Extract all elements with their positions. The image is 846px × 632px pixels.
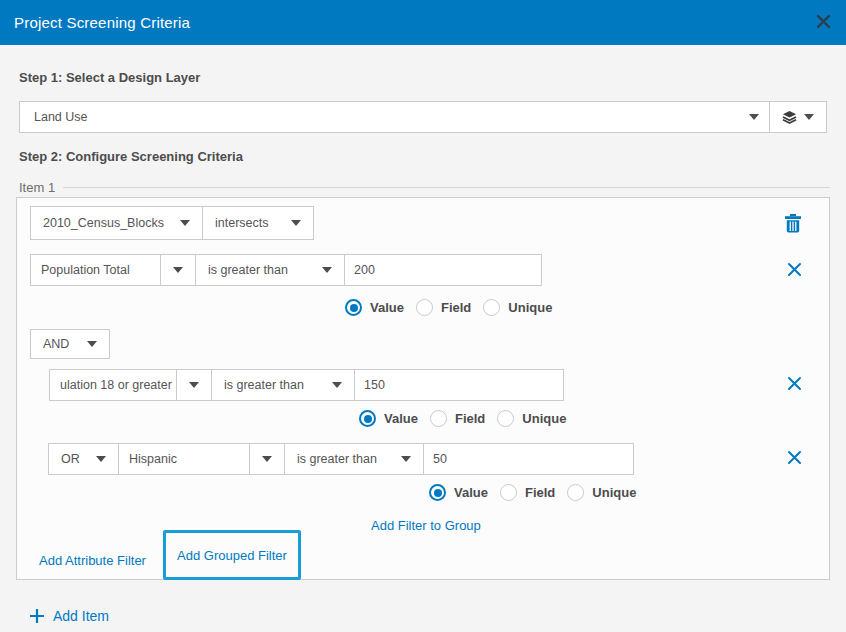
add-item-label: Add Item <box>53 608 109 624</box>
spatial-operator-value: intersects <box>215 216 269 230</box>
chevron-down-icon <box>87 341 97 347</box>
operator-select[interactable]: is greater than <box>211 369 355 401</box>
group-operator-select[interactable]: AND <box>30 329 110 359</box>
design-layer-select[interactable]: Land Use <box>19 101 827 133</box>
radio-field[interactable] <box>500 484 517 501</box>
logic-operator-select[interactable]: OR <box>48 443 119 475</box>
add-attribute-filter-link[interactable]: Add Attribute Filter <box>39 553 146 568</box>
step1-heading: Step 1: Select a Design Layer <box>19 70 200 85</box>
spatial-operator-select[interactable]: intersects <box>202 206 314 240</box>
radio-unique[interactable] <box>497 410 514 427</box>
radio-field[interactable] <box>416 299 433 316</box>
trash-icon <box>785 214 801 233</box>
value-type-radios: Value Field Unique <box>345 299 552 316</box>
radio-value[interactable] <box>359 410 376 427</box>
layers-icon <box>782 110 797 125</box>
value-input[interactable] <box>354 369 564 401</box>
item-label: Item 1 <box>19 180 55 195</box>
radio-field-label: Field <box>455 411 485 426</box>
logic-operator-value: OR <box>61 452 80 466</box>
value-type-radios: Value Field Unique <box>429 484 636 501</box>
radio-field[interactable] <box>430 410 447 427</box>
chevron-down-icon <box>161 255 195 285</box>
design-layer-value: Land Use <box>34 110 88 124</box>
field-value: Population Total <box>31 255 160 285</box>
focus-outline: Add Grouped Filter <box>163 530 301 580</box>
chevron-down-icon <box>180 220 190 226</box>
radio-value-label: Value <box>454 485 488 500</box>
radio-value[interactable] <box>345 299 362 316</box>
grouped-filter-row: ulation 18 or greater is greater than <box>49 369 564 401</box>
spatial-filter-row: 2010_Census_Blocks intersects <box>30 206 314 240</box>
chevron-down-icon <box>804 114 814 120</box>
radio-unique[interactable] <box>567 484 584 501</box>
close-icon[interactable] <box>815 13 832 30</box>
remove-filter-button[interactable] <box>787 450 802 465</box>
radio-unique[interactable] <box>483 299 500 316</box>
value-input[interactable] <box>423 443 634 475</box>
design-layer-select-main[interactable]: Land Use <box>20 102 770 132</box>
delete-item-button[interactable] <box>784 213 802 233</box>
field-combobox[interactable]: Population Total <box>30 254 196 286</box>
step2-heading: Step 2: Configure Screening Criteria <box>19 149 243 164</box>
add-filter-to-group-link[interactable]: Add Filter to Group <box>371 518 481 533</box>
dialog-title: Project Screening Criteria <box>14 14 190 31</box>
chevron-down-icon <box>177 370 211 400</box>
attribute-filter-row: Population Total is greater than <box>30 254 542 286</box>
value-input[interactable] <box>344 254 542 286</box>
x-icon <box>787 262 802 277</box>
operator-select[interactable]: is greater than <box>284 443 424 475</box>
operator-value: is greater than <box>297 452 377 466</box>
x-icon <box>787 450 802 465</box>
radio-field-label: Field <box>525 485 555 500</box>
chevron-down-icon <box>291 220 301 226</box>
field-value: ulation 18 or greater <box>50 370 176 400</box>
operator-select[interactable]: is greater than <box>195 254 345 286</box>
radio-unique-label: Unique <box>508 300 552 315</box>
group-operator-value: AND <box>43 337 69 351</box>
x-icon <box>787 376 802 391</box>
radio-field-label: Field <box>441 300 471 315</box>
chevron-down-icon <box>401 456 411 462</box>
operator-value: is greater than <box>224 378 304 392</box>
radio-unique-label: Unique <box>522 411 566 426</box>
spatial-layer-value: 2010_Census_Blocks <box>43 216 164 230</box>
field-combobox[interactable]: Hispanic <box>118 443 285 475</box>
field-combobox[interactable]: ulation 18 or greater <box>49 369 212 401</box>
remove-filter-button[interactable] <box>787 262 802 277</box>
remove-filter-button[interactable] <box>787 376 802 391</box>
spatial-layer-select[interactable]: 2010_Census_Blocks <box>30 206 203 240</box>
radio-value[interactable] <box>429 484 446 501</box>
dialog-header: Project Screening Criteria <box>0 0 846 45</box>
group-operator-row: AND <box>30 329 110 359</box>
operator-value: is greater than <box>208 263 288 277</box>
radio-value-label: Value <box>384 411 418 426</box>
grouped-filter-row: OR Hispanic is greater than <box>48 443 634 475</box>
radio-unique-label: Unique <box>592 485 636 500</box>
chevron-down-icon <box>96 456 106 462</box>
value-type-radios: Value Field Unique <box>359 410 566 427</box>
chevron-down-icon <box>332 382 342 388</box>
plus-icon <box>29 608 45 624</box>
radio-value-label: Value <box>370 300 404 315</box>
field-value: Hispanic <box>119 444 249 474</box>
item-header: Item 1 <box>19 180 830 195</box>
chevron-down-icon <box>749 114 759 120</box>
layer-options-button[interactable] <box>770 102 826 132</box>
chevron-down-icon <box>250 444 284 474</box>
chevron-down-icon <box>322 267 332 273</box>
item-panel: 2010_Census_Blocks intersects Population… <box>16 197 830 580</box>
add-grouped-filter-link[interactable]: Add Grouped Filter <box>177 548 287 563</box>
add-item-button[interactable]: Add Item <box>29 608 109 624</box>
item-rule <box>63 187 830 188</box>
